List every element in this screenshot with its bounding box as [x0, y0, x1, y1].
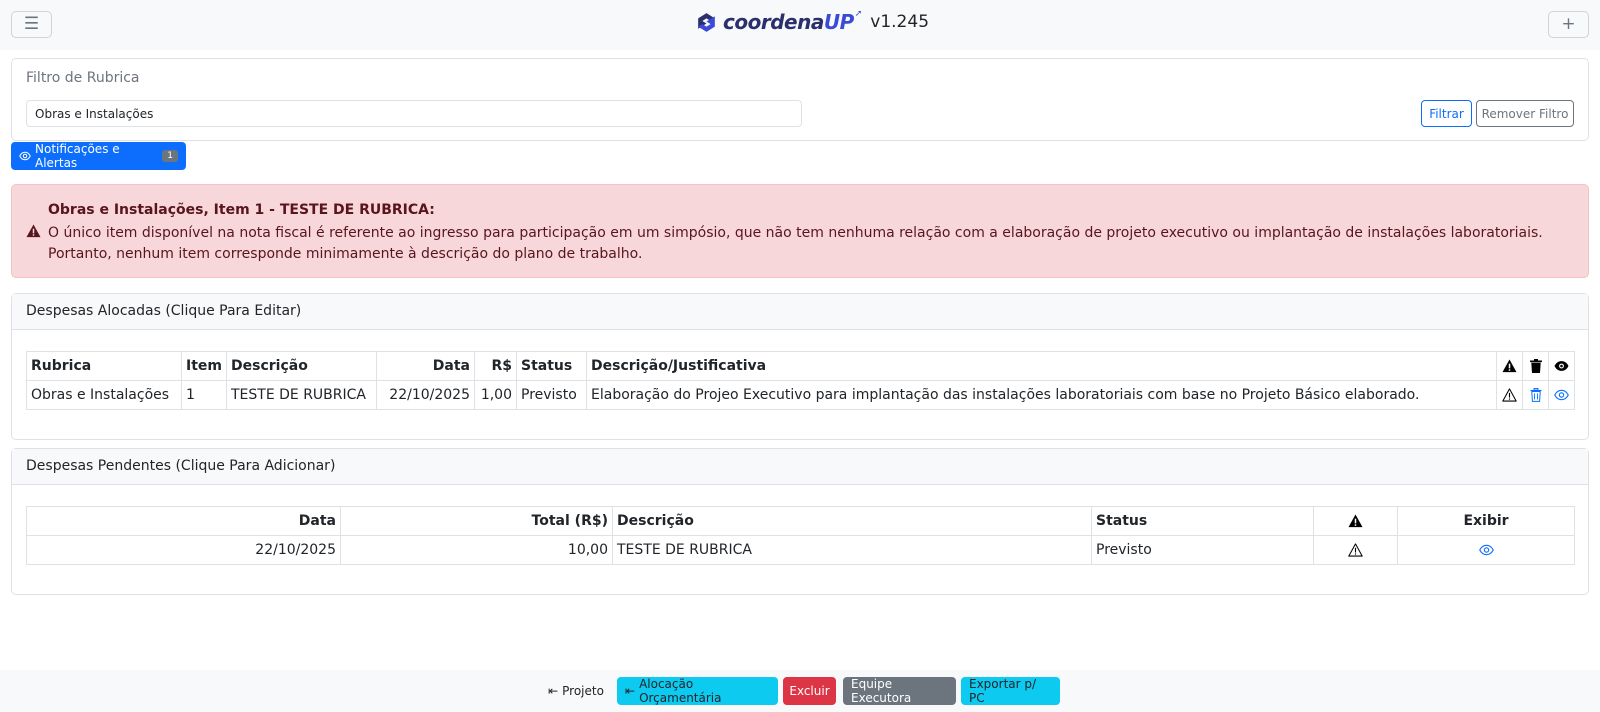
add-button[interactable]: + [1548, 11, 1589, 38]
alert-text: O único item disponível na nota fiscal é… [48, 225, 1543, 262]
cell-status: Previsto [516, 380, 587, 410]
filter-button[interactable]: Filtrar [1421, 100, 1472, 127]
column-header: Descrição [226, 351, 377, 381]
alocacao-orcamentaria-button[interactable]: ⇤ Alocação Orçamentária [617, 677, 778, 705]
pending-expenses-card: Despesas Pendentes (Clique Para Adiciona… [11, 448, 1589, 595]
column-header-delete [1522, 351, 1549, 381]
column-header: Rubrica [26, 351, 182, 381]
eye-icon [1554, 360, 1569, 372]
column-header: Descrição/Justificativa [586, 351, 1497, 381]
trash-icon [1529, 359, 1542, 373]
view-button[interactable] [1397, 535, 1575, 565]
arrow-left-bar-icon: ⇤ [548, 684, 559, 698]
cell-descricao: TESTE DE RUBRICA [612, 535, 1092, 565]
alert-button[interactable] [1313, 535, 1398, 565]
top-navbar: ☰ coordenaUP ➚ v1.245 + [0, 0, 1600, 50]
hamburger-icon: ☰ [23, 14, 40, 34]
brand-arrow-icon: ➚ [854, 9, 863, 19]
bottom-action-bar: ⇤ Projeto ⇤ Alocação Orçamentária Exclui… [0, 670, 1600, 712]
column-header: Descrição [612, 506, 1092, 536]
exportar-pc-button[interactable]: Exportar p/ PC [961, 677, 1060, 705]
pending-expenses-header: Despesas Pendentes (Clique Para Adiciona… [12, 449, 1588, 485]
table-row[interactable]: 22/10/2025 10,00 TESTE DE RUBRICA Previs… [26, 535, 1575, 565]
allocated-expenses-header: Despesas Alocadas (Clique Para Editar) [12, 294, 1588, 330]
remove-filter-button[interactable]: Remover Filtro [1476, 100, 1574, 127]
notifications-count-badge: 1 [162, 150, 178, 162]
plus-icon: + [1561, 14, 1576, 34]
pending-expenses-table: Data Total (R$) Descrição Status Exibir … [26, 506, 1575, 565]
table-header-row: Rubrica Item Descrição Data R$ Status De… [26, 351, 1575, 381]
eye-icon [19, 150, 31, 162]
column-header-alert [1313, 506, 1398, 536]
eye-icon [1554, 389, 1569, 401]
table-header-row: Data Total (R$) Descrição Status Exibir [26, 506, 1575, 536]
alert-button[interactable] [1496, 380, 1523, 410]
column-header: Status [516, 351, 587, 381]
table-row[interactable]: Obras e Instalações 1 TESTE DE RUBRICA 2… [26, 380, 1575, 410]
cell-data: 22/10/2025 [376, 380, 475, 410]
cell-total: 10,00 [340, 535, 613, 565]
app-version: v1.245 [870, 12, 930, 32]
warning-icon [26, 224, 41, 242]
alert-title: Obras e Instalações, Item 1 - TESTE DE R… [48, 202, 435, 218]
brand-name: coordenaUP [723, 10, 854, 34]
projeto-label: Projeto [562, 684, 604, 698]
filter-card: Filtro de Rubrica Filtrar Remover Filtro [11, 58, 1589, 141]
projeto-button[interactable]: ⇤ Projeto [541, 677, 611, 705]
filter-title: Filtro de Rubrica [26, 70, 140, 86]
column-header: Data [376, 351, 475, 381]
brand-logo-icon [698, 12, 715, 32]
notifications-label: Notificações e Alertas [35, 142, 120, 170]
arrow-left-bar-icon: ⇤ [625, 684, 636, 698]
column-header: Exibir [1397, 506, 1575, 536]
cell-data: 22/10/2025 [26, 535, 341, 565]
column-header: Total (R$) [340, 506, 613, 536]
warning-icon [1348, 514, 1363, 528]
cell-rubrica: Obras e Instalações [26, 380, 182, 410]
brand: coordenaUP ➚ v1.245 [694, 8, 929, 36]
cell-descricao: TESTE DE RUBRICA [226, 380, 377, 410]
column-header-view [1548, 351, 1575, 381]
allocated-expenses-table: Rubrica Item Descrição Data R$ Status De… [26, 351, 1575, 410]
view-button[interactable] [1548, 380, 1575, 410]
warning-outline-icon [1348, 543, 1363, 557]
column-header: Status [1091, 506, 1314, 536]
allocated-expenses-card: Despesas Alocadas (Clique Para Editar) R… [11, 293, 1589, 440]
eye-icon [1478, 544, 1494, 556]
warning-outline-icon [1502, 388, 1517, 402]
cell-status: Previsto [1091, 535, 1314, 565]
cell-valor: 1,00 [474, 380, 517, 410]
excluir-button[interactable]: Excluir [783, 677, 836, 705]
column-header: Data [26, 506, 341, 536]
rubrica-filter-input[interactable] [26, 100, 802, 127]
column-header: R$ [474, 351, 517, 381]
column-header-alert [1496, 351, 1523, 381]
cell-item: 1 [181, 380, 227, 410]
notifications-button[interactable]: Notificações e Alertas 1 [11, 142, 186, 170]
column-header: Item [181, 351, 227, 381]
alert-box: Obras e Instalações, Item 1 - TESTE DE R… [11, 184, 1589, 278]
alocacao-label: Alocação Orçamentária [639, 677, 722, 705]
cell-justificativa: Elaboração do Projeo Executivo para impl… [586, 380, 1497, 410]
delete-button[interactable] [1522, 380, 1549, 410]
warning-icon [1502, 359, 1517, 373]
trash-icon [1530, 388, 1542, 402]
equipe-executora-button[interactable]: Equipe Executora [843, 677, 956, 705]
menu-toggle-button[interactable]: ☰ [11, 11, 52, 38]
